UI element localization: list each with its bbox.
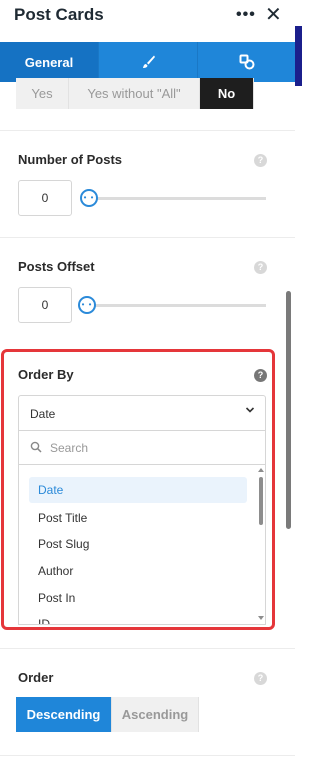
- order-by-options-list: Date Post Title Post Slug Author Post In…: [18, 465, 266, 625]
- list-item[interactable]: Author: [29, 558, 247, 584]
- option-no[interactable]: No: [200, 78, 254, 109]
- list-item[interactable]: Date: [29, 477, 247, 503]
- list-item[interactable]: ID: [29, 611, 247, 624]
- help-icon[interactable]: ?: [254, 369, 267, 382]
- tab-general[interactable]: General: [0, 42, 98, 82]
- list-item[interactable]: Post In: [29, 585, 247, 611]
- list-item[interactable]: Post Slug: [29, 531, 247, 557]
- panel-title: Post Cards: [14, 5, 104, 24]
- option-descending[interactable]: Descending: [16, 697, 112, 732]
- chevron-down-icon: [245, 407, 255, 413]
- side-accent-bar: [295, 26, 302, 86]
- divider: [0, 130, 295, 131]
- divider: [0, 648, 295, 649]
- order-segmented-control: Descending Ascending: [16, 697, 199, 732]
- panel-header: Post Cards ••• ✕: [0, 0, 302, 42]
- close-button[interactable]: ✕: [265, 2, 282, 27]
- number-of-posts-slider-track[interactable]: [86, 197, 266, 200]
- order-by-search[interactable]: Search: [18, 431, 266, 465]
- more-options-button[interactable]: •••: [236, 6, 256, 24]
- posts-offset-slider-track[interactable]: [86, 304, 266, 307]
- order-by-select[interactable]: Date: [18, 395, 266, 431]
- panel-scrollbar[interactable]: [286, 291, 291, 529]
- brush-icon: [143, 55, 155, 68]
- order-label: Order: [18, 670, 54, 685]
- posts-offset-slider-handle[interactable]: • •: [78, 296, 96, 314]
- help-icon[interactable]: ?: [254, 154, 267, 167]
- option-ascending[interactable]: Ascending: [112, 697, 199, 732]
- help-icon[interactable]: ?: [254, 672, 267, 685]
- search-icon: [30, 441, 42, 453]
- scroll-up-arrow[interactable]: [258, 468, 264, 472]
- tab-style[interactable]: [98, 42, 197, 82]
- sticky-segmented-control: Yes Yes without "All" No: [16, 78, 254, 109]
- posts-offset-label: Posts Offset: [18, 259, 95, 274]
- search-placeholder: Search: [50, 441, 89, 455]
- number-of-posts-slider-handle[interactable]: • •: [80, 189, 98, 207]
- tab-advanced[interactable]: [197, 42, 295, 82]
- number-of-posts-label: Number of Posts: [18, 152, 123, 167]
- option-yes[interactable]: Yes: [16, 78, 69, 109]
- list-scrollbar-thumb[interactable]: [259, 477, 263, 525]
- option-yes-without-all[interactable]: Yes without "All": [69, 78, 200, 109]
- list-item[interactable]: Post Title: [29, 505, 247, 531]
- divider: [0, 755, 295, 756]
- number-of-posts-input[interactable]: 0: [18, 180, 72, 216]
- shapes-icon: [239, 54, 254, 70]
- divider: [0, 237, 295, 238]
- help-icon[interactable]: ?: [254, 261, 267, 274]
- posts-offset-input[interactable]: 0: [18, 287, 72, 323]
- scroll-down-arrow[interactable]: [258, 616, 264, 620]
- order-by-label: Order By: [18, 367, 74, 382]
- tab-bar: General: [0, 42, 295, 82]
- order-by-selected-value: Date: [30, 407, 56, 421]
